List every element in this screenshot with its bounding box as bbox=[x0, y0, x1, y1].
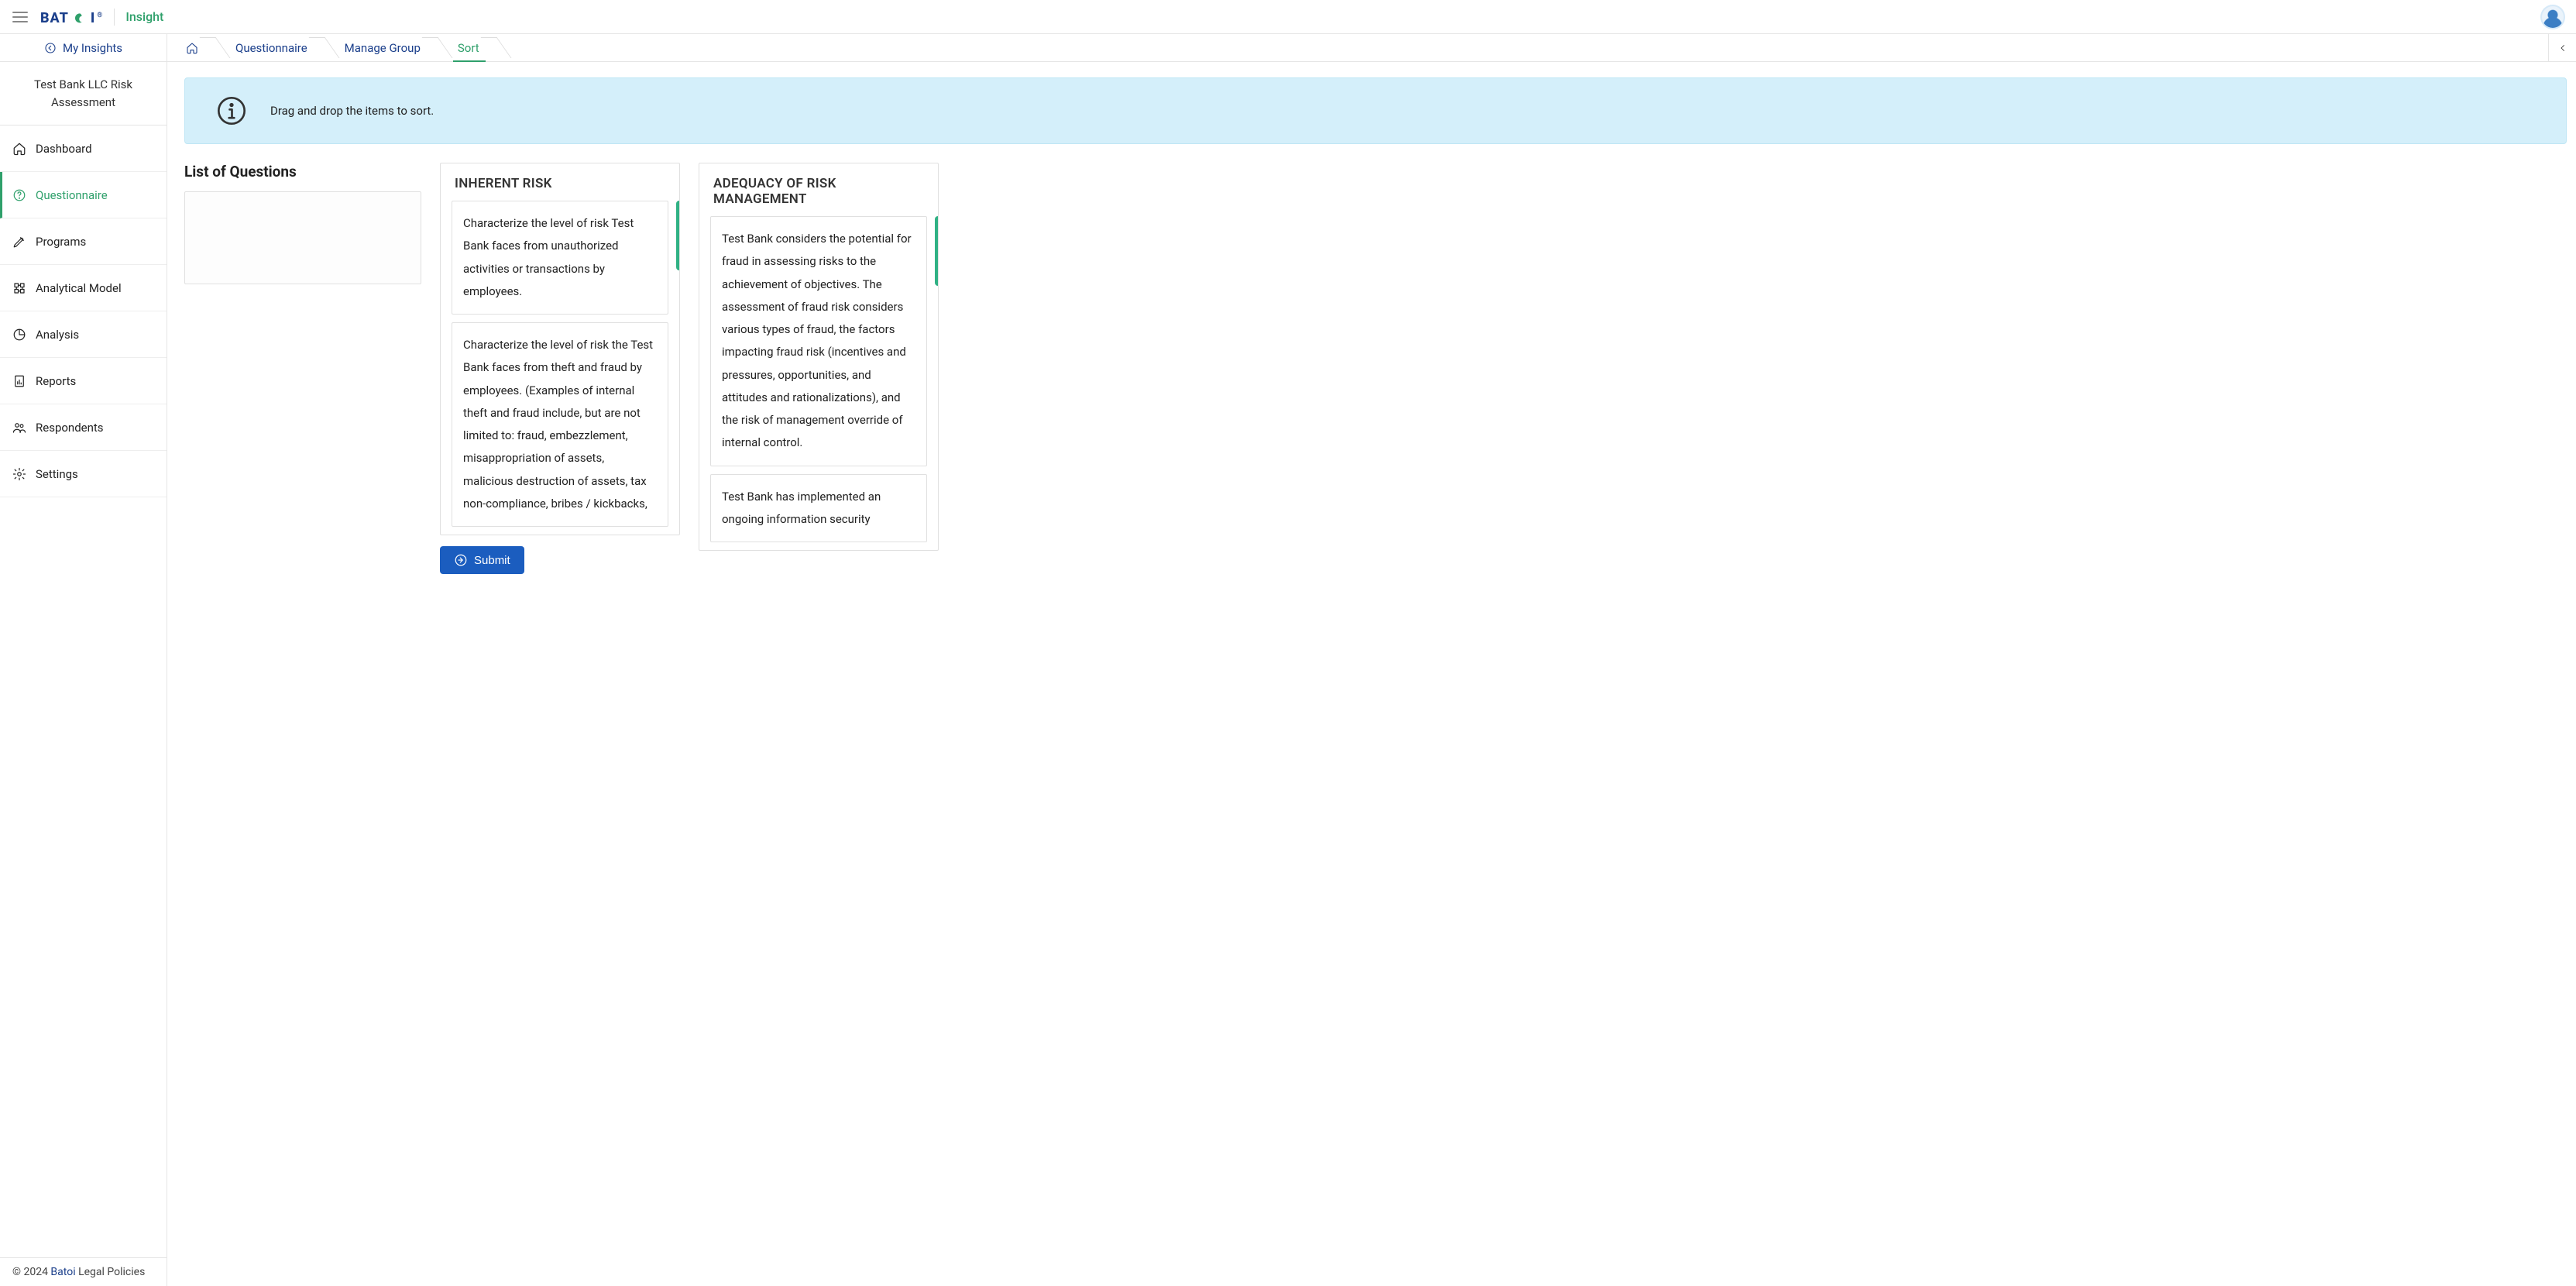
breadcrumb-manage-group[interactable]: Manage Group bbox=[325, 34, 438, 61]
project-title: Test Bank LLC Risk Assessment bbox=[0, 62, 167, 126]
sidebar-item-questionnaire[interactable]: Questionnaire bbox=[0, 172, 167, 218]
scroll-indicator[interactable] bbox=[676, 201, 679, 270]
sidebar-item-settings[interactable]: Settings bbox=[0, 451, 167, 497]
breadcrumb-label: Questionnaire bbox=[235, 41, 307, 55]
my-insights-label: My Insights bbox=[63, 41, 122, 55]
content: Questionnaire Manage Group Sort bbox=[167, 34, 2576, 1286]
group-card: INHERENT RISK Characterize the level of … bbox=[440, 163, 680, 535]
hamburger-icon[interactable] bbox=[12, 12, 28, 22]
footer-batoi-link[interactable]: Batoi bbox=[50, 1266, 75, 1278]
leaf-icon bbox=[69, 9, 91, 27]
logo-separator bbox=[114, 9, 115, 26]
breadcrumb-bar: Questionnaire Manage Group Sort bbox=[167, 34, 2576, 62]
source-column: List of Questions bbox=[184, 163, 421, 284]
sidebar-item-label: Reports bbox=[36, 374, 76, 388]
sidebar-item-programs[interactable]: Programs bbox=[0, 218, 167, 265]
question-card[interactable]: Characterize the level of risk the Test … bbox=[452, 322, 668, 527]
brand-logo[interactable]: BAT I® bbox=[40, 8, 103, 26]
breadcrumb-sort[interactable]: Sort bbox=[438, 34, 496, 61]
group-column-inherent-risk: INHERENT RISK Characterize the level of … bbox=[440, 163, 680, 574]
sidebar-item-label: Questionnaire bbox=[36, 188, 108, 202]
sidebar-nav: Dashboard Questionnaire Programs Analyti… bbox=[0, 126, 167, 1257]
group-title: ADEQUACY OF RISK MANAGEMENT bbox=[699, 163, 938, 216]
arrow-right-circle-icon bbox=[454, 553, 468, 567]
sort-area: List of Questions INHERENT RISK Characte… bbox=[184, 163, 2567, 574]
sidebar-item-respondents[interactable]: Respondents bbox=[0, 404, 167, 451]
group-column-adequacy: ADEQUACY OF RISK MANAGEMENT Test Bank co… bbox=[699, 163, 939, 551]
info-banner-text: Drag and drop the items to sort. bbox=[270, 104, 434, 118]
breadcrumb-label: Sort bbox=[458, 41, 479, 55]
my-insights-link[interactable]: My Insights bbox=[0, 34, 167, 62]
topbar: BAT I® Insight bbox=[0, 0, 2576, 34]
breadcrumb-questionnaire[interactable]: Questionnaire bbox=[215, 34, 325, 61]
submit-button[interactable]: Submit bbox=[440, 546, 524, 574]
sidebar-item-analysis[interactable]: Analysis bbox=[0, 311, 167, 358]
group-card: ADEQUACY OF RISK MANAGEMENT Test Bank co… bbox=[699, 163, 939, 551]
sidebar-item-label: Programs bbox=[36, 235, 86, 249]
pen-icon bbox=[12, 235, 26, 249]
submit-label: Submit bbox=[474, 554, 510, 567]
main-panel: Drag and drop the items to sort. List of… bbox=[167, 62, 2576, 1286]
sidebar-item-analytical-model[interactable]: Analytical Model bbox=[0, 265, 167, 311]
info-banner: Drag and drop the items to sort. bbox=[184, 77, 2567, 144]
sidebar-item-dashboard[interactable]: Dashboard bbox=[0, 126, 167, 172]
sidebar-footer: © 2024 Batoi Legal Policies bbox=[0, 1257, 167, 1286]
sidebar-item-label: Settings bbox=[36, 467, 78, 481]
footer-suffix: Legal Policies bbox=[76, 1266, 146, 1278]
pie-chart-icon bbox=[12, 328, 26, 342]
breadcrumbs: Questionnaire Manage Group Sort bbox=[167, 34, 2548, 61]
question-card[interactable]: Test Bank has implemented an ongoing inf… bbox=[710, 474, 927, 543]
home-icon bbox=[12, 142, 26, 156]
breadcrumb-collapse-button[interactable] bbox=[2548, 34, 2576, 61]
group-dropzone[interactable]: Characterize the level of risk Test Bank… bbox=[441, 201, 679, 535]
question-card[interactable]: Characterize the level of risk Test Bank… bbox=[452, 201, 668, 315]
user-avatar[interactable] bbox=[2542, 6, 2564, 28]
gear-icon bbox=[12, 467, 26, 481]
group-title: INHERENT RISK bbox=[441, 163, 679, 201]
app-name[interactable]: Insight bbox=[125, 9, 163, 24]
question-card[interactable]: Test Bank considers the potential for fr… bbox=[710, 216, 927, 466]
question-circle-icon bbox=[12, 188, 26, 202]
breadcrumb-label: Manage Group bbox=[345, 41, 421, 55]
sidebar-item-label: Analysis bbox=[36, 328, 79, 342]
source-dropzone[interactable] bbox=[184, 191, 421, 284]
info-circle-icon bbox=[216, 95, 247, 126]
sidebar-item-label: Analytical Model bbox=[36, 281, 122, 295]
sidebar-item-label: Dashboard bbox=[36, 142, 92, 156]
list-heading: List of Questions bbox=[184, 163, 421, 181]
brand-text-1: BAT bbox=[40, 10, 69, 26]
chevron-left-icon bbox=[2558, 43, 2567, 53]
users-icon bbox=[12, 421, 26, 435]
report-icon bbox=[12, 374, 26, 388]
brand-text-2: I bbox=[91, 10, 95, 26]
sidebar-item-reports[interactable]: Reports bbox=[0, 358, 167, 404]
home-icon bbox=[186, 42, 198, 54]
footer-prefix: © 2024 bbox=[12, 1266, 50, 1278]
sidebar-item-label: Respondents bbox=[36, 421, 104, 435]
registered-icon: ® bbox=[97, 12, 103, 19]
scroll-indicator[interactable] bbox=[935, 216, 938, 286]
arrow-left-circle-icon bbox=[44, 42, 57, 54]
model-icon bbox=[12, 281, 26, 295]
breadcrumb-home[interactable] bbox=[177, 34, 215, 61]
sidebar: My Insights Test Bank LLC Risk Assessmen… bbox=[0, 34, 167, 1286]
group-dropzone[interactable]: Test Bank considers the potential for fr… bbox=[699, 216, 938, 550]
